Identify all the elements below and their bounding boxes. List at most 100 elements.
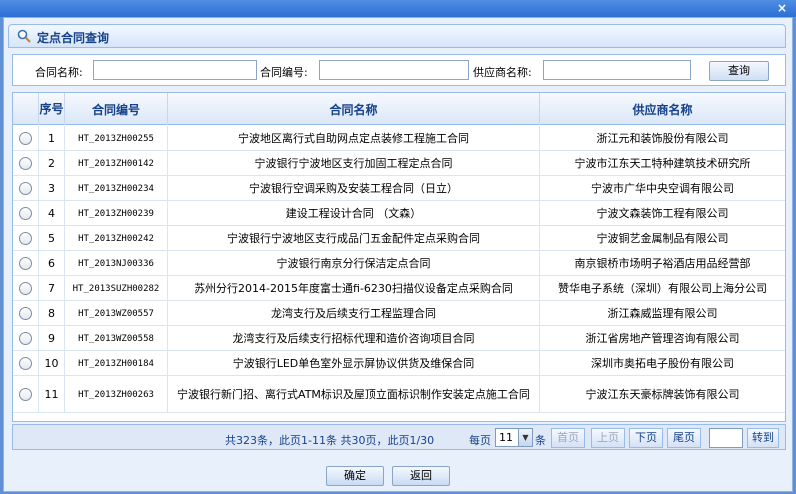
search-icon — [17, 29, 31, 43]
row-radio-button[interactable] — [19, 182, 32, 195]
row-radio-button[interactable] — [19, 207, 32, 220]
column-header-name: 合同名称 — [168, 93, 540, 125]
row-name-cell: 建设工程设计合同 （文森） — [168, 201, 540, 226]
table-row[interactable]: 6 HT_2013NJ00336 宁波银行南京分行保洁定点合同 南京银桥市场明子裕酒店… — [13, 251, 785, 276]
row-radio-button[interactable] — [19, 307, 32, 320]
row-code-cell: HT_2013NJ00336 — [65, 251, 168, 276]
back-button[interactable]: 返回 — [392, 466, 450, 486]
row-no-cell: 8 — [39, 301, 65, 326]
row-code-cell: HT_2013ZH00184 — [65, 351, 168, 376]
column-header-code: 合同编号 — [65, 93, 168, 125]
row-no-cell: 2 — [39, 151, 65, 176]
row-no-cell: 5 — [39, 226, 65, 251]
row-name-cell: 宁波银行LED单色室外显示屏协议供货及维保合同 — [168, 351, 540, 376]
row-code-cell: HT_2013ZH00255 — [65, 126, 168, 151]
table-row[interactable]: 8 HT_2013WZ00557 龙湾支行及后续支行工程监理合同 浙江森威监理有限公司 — [13, 301, 785, 326]
table-row[interactable]: 11 HT_2013ZH00263 宁波银行新门招、离行式ATM标识及屋顶立面标识制… — [13, 376, 785, 413]
row-supplier-cell: 宁波文森装饰工程有限公司 — [596, 206, 729, 220]
select-column-header — [13, 93, 39, 125]
row-no-cell: 6 — [39, 251, 65, 276]
row-name-cell: 龙湾支行及后续支行招标代理和造价咨询项目合同 — [168, 326, 540, 351]
goto-page-button[interactable]: 转到 — [747, 428, 779, 448]
row-name-cell: 宁波银行宁波地区支行成品门五金配件定点采购合同 — [168, 226, 540, 251]
row-name-cell: 宁波地区离行式自助网点定点装修工程施工合同 — [168, 126, 540, 151]
per-page-value: 11 — [499, 431, 513, 444]
query-button[interactable]: 查询 — [709, 61, 769, 81]
window-titlebar: × — [0, 0, 796, 17]
row-supplier-cell: 宁波江东天豪标牌装饰有限公司 — [585, 387, 740, 401]
row-name-cell: 宁波银行南京分行保洁定点合同 — [168, 251, 540, 276]
row-name-cell: 龙湾支行及后续支行工程监理合同 — [168, 301, 540, 326]
table-row[interactable]: 3 HT_2013ZH00234 宁波银行空调采购及安装工程合同（日立） 宁波市广华中… — [13, 176, 785, 201]
row-select-cell — [13, 276, 39, 301]
row-name-cell: 宁波银行宁波地区支行加固工程定点合同 — [168, 151, 540, 176]
row-code-cell: HT_2013ZH00239 — [65, 201, 168, 226]
row-radio-button[interactable] — [19, 157, 32, 170]
row-code-cell: HT_2013ZH00142 — [65, 151, 168, 176]
row-radio-button[interactable] — [19, 388, 32, 401]
row-select-cell — [13, 201, 39, 226]
row-code-cell: HT_2013SUZH00282 — [65, 276, 168, 301]
row-supplier-cell: 宁波铜艺金属制品有限公司 — [596, 231, 729, 245]
row-supplier-cell: 赞华电子系统（深圳）有限公司上海分公司 — [558, 281, 767, 295]
prev-page-button[interactable]: 上页 — [591, 428, 625, 448]
first-page-button[interactable]: 首页 — [551, 428, 585, 448]
row-supplier-cell: 浙江元和装饰股份有限公司 — [596, 131, 729, 145]
pagination-bar: 共323条，此页1-11条 共30页，此页1/30 每页 11 ▼ 条 首页 上… — [12, 424, 786, 450]
row-supplier-cell: 浙江森威监理有限公司 — [607, 306, 718, 320]
per-page-select[interactable]: 11 ▼ — [495, 428, 533, 447]
contract-name-input[interactable] — [93, 60, 257, 80]
row-radio-button[interactable] — [19, 357, 32, 370]
table-row[interactable]: 5 HT_2013ZH00242 宁波银行宁波地区支行成品门五金配件定点采购合同 宁波… — [13, 226, 785, 251]
row-code-cell: HT_2013WZ00557 — [65, 301, 168, 326]
supplier-name-label: 供应商名称: — [473, 66, 532, 79]
row-supplier-cell: 深圳市奥拓电子股份有限公司 — [591, 356, 734, 370]
table-row[interactable]: 10 HT_2013ZH00184 宁波银行LED单色室外显示屏协议供货及维保合同 深… — [13, 351, 785, 376]
confirm-button[interactable]: 确定 — [326, 466, 384, 486]
supplier-name-input[interactable] — [543, 60, 691, 80]
table-row[interactable]: 9 HT_2013WZ00558 龙湾支行及后续支行招标代理和造价咨询项目合同 浙江省… — [13, 326, 785, 351]
contract-no-label: 合同编号: — [260, 66, 308, 79]
row-radio-button[interactable] — [19, 282, 32, 295]
next-page-button[interactable]: 下页 — [629, 428, 663, 448]
row-name-cell: 宁波银行新门招、离行式ATM标识及屋顶立面标识制作安装定点施工合同 — [168, 376, 540, 413]
row-supplier-cell: 浙江省房地产管理咨询有限公司 — [585, 331, 740, 345]
row-supplier-cell: 宁波市广华中央空调有限公司 — [591, 181, 734, 195]
contract-no-input[interactable] — [319, 60, 469, 80]
page-number-input[interactable] — [709, 428, 743, 448]
row-name-cell: 宁波银行空调采购及安装工程合同（日立） — [168, 176, 540, 201]
table-row[interactable]: 1 HT_2013ZH00255 宁波地区离行式自助网点定点装修工程施工合同 浙江元和… — [13, 126, 785, 151]
row-supplier-cell: 南京银桥市场明子裕酒店用品经营部 — [574, 256, 751, 270]
search-form: 合同名称: 合同编号: 供应商名称: 查询 — [12, 54, 786, 86]
row-code-cell: HT_2013ZH00242 — [65, 226, 168, 251]
row-select-cell — [13, 301, 39, 326]
row-radio-button[interactable] — [19, 332, 32, 345]
row-code-cell: HT_2013WZ00558 — [65, 326, 168, 351]
row-select-cell — [13, 226, 39, 251]
row-supplier-cell: 宁波市江东天工特种建筑技术研究所 — [574, 156, 751, 170]
column-header-no: 序号 — [39, 93, 65, 125]
close-icon[interactable]: × — [775, 1, 789, 15]
row-select-cell — [13, 326, 39, 351]
per-page-suffix: 条 — [535, 434, 546, 447]
panel-title: 定点合同查询 — [37, 31, 110, 45]
row-name-cell: 苏州分行2014-2015年度富士通fi-6230扫描仪设备定点采购合同 — [168, 276, 540, 301]
dialog-body: 定点合同查询 合同名称: 合同编号: 供应商名称: 查询 序号 合同编号 合同名… — [3, 17, 793, 492]
row-radio-button[interactable] — [19, 132, 32, 145]
table-header: 序号 合同编号 合同名称 供应商名称 — [13, 93, 785, 125]
table-row[interactable]: 2 HT_2013ZH00142 宁波银行宁波地区支行加固工程定点合同 宁波市江东天工… — [13, 151, 785, 176]
row-select-cell — [13, 176, 39, 201]
last-page-button[interactable]: 尾页 — [667, 428, 701, 448]
row-radio-button[interactable] — [19, 257, 32, 270]
chevron-down-icon: ▼ — [518, 429, 532, 446]
contract-name-label: 合同名称: — [35, 66, 83, 79]
table-row[interactable]: 4 HT_2013ZH00239 建设工程设计合同 （文森） 宁波文森装饰工程有限公司 — [13, 201, 785, 226]
row-no-cell: 9 — [39, 326, 65, 351]
row-radio-button[interactable] — [19, 232, 32, 245]
pagination-info: 共323条，此页1-11条 共30页，此页1/30 — [225, 434, 435, 447]
row-no-cell: 10 — [39, 351, 65, 376]
row-select-cell — [13, 126, 39, 151]
row-select-cell — [13, 251, 39, 276]
column-header-supplier: 供应商名称 — [632, 102, 693, 117]
table-row[interactable]: 7 HT_2013SUZH00282 苏州分行2014-2015年度富士通fi-62… — [13, 276, 785, 301]
